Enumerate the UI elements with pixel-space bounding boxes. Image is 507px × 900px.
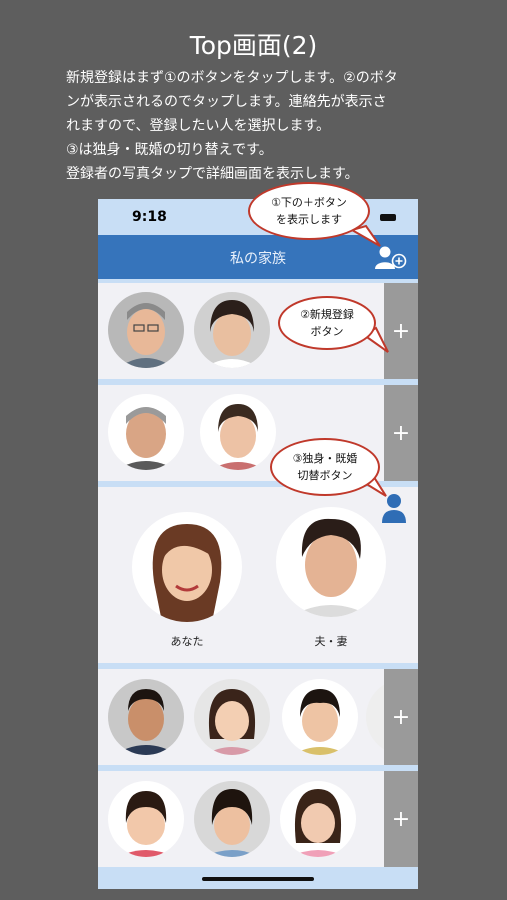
callout-line: ③独身・既婚 xyxy=(292,452,358,465)
callout-line: ボタン xyxy=(310,325,344,338)
callout-line: 切替ボタン xyxy=(297,469,353,482)
callout-line: ②新規登録 xyxy=(300,308,354,321)
callout-marital-toggle-hint: ③独身・既婚 切替ボタン xyxy=(270,438,380,496)
callout-tail xyxy=(349,224,389,497)
callout-line: を表示します xyxy=(276,213,342,226)
callout-new-register-hint: ②新規登録 ボタン xyxy=(278,296,376,350)
callout-line: ①下の＋ボタン xyxy=(271,196,347,209)
callout-add-button-hint: ①下の＋ボタン を表示します xyxy=(248,182,370,240)
